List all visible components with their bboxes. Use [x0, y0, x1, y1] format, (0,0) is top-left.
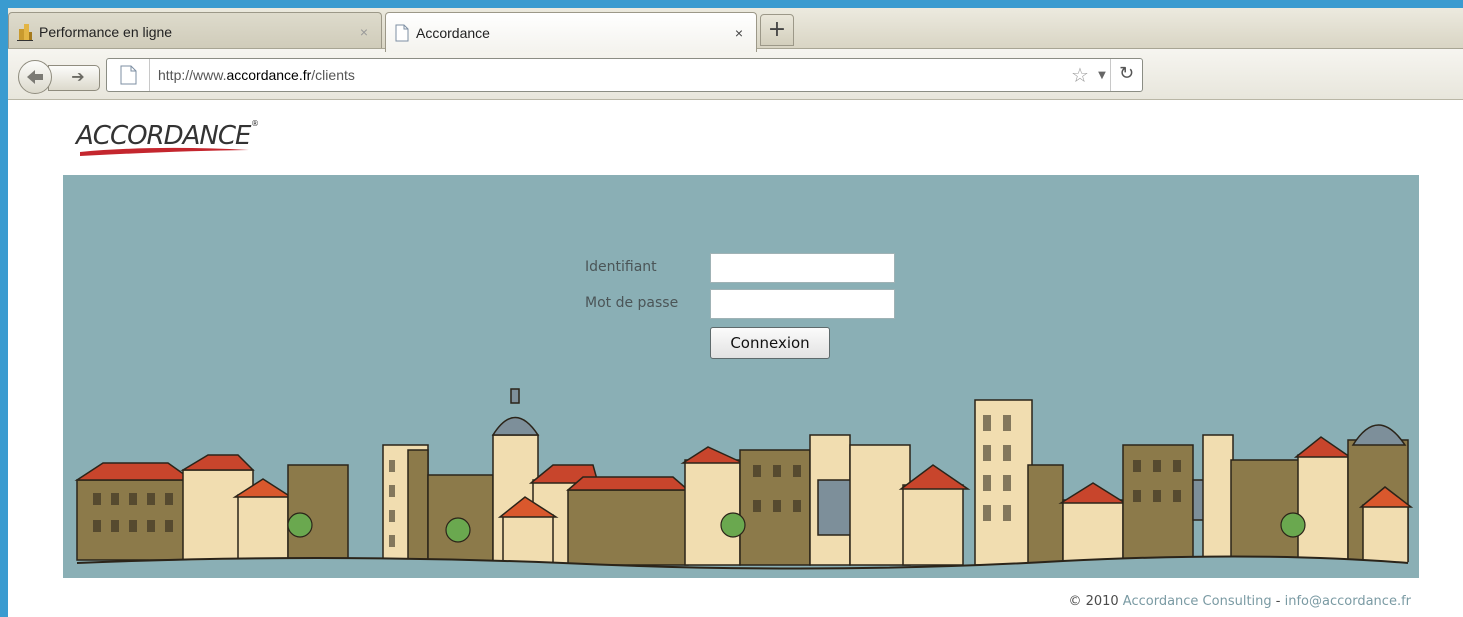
password-input[interactable]: [710, 289, 895, 319]
chevron-down-icon[interactable]: ▼: [1094, 70, 1110, 81]
forward-arrow-icon: ➔: [71, 67, 85, 86]
accordance-logo: ACCORDANCE ®: [74, 119, 259, 156]
page-content: ACCORDANCE ® Identifiant Mot de passe Co…: [8, 100, 1463, 617]
footer-email-link[interactable]: info@accordance.fr: [1285, 594, 1411, 609]
url-path: /clients: [311, 67, 355, 83]
tab-accordance[interactable]: Accordance ×: [385, 12, 757, 52]
forward-button[interactable]: ➔: [48, 65, 100, 91]
password-label: Mot de passe: [585, 295, 679, 311]
tab-label: Performance en ligne: [39, 23, 173, 40]
tab-performance-en-ligne[interactable]: Performance en ligne ×: [8, 12, 382, 50]
logo-mark: ®: [251, 119, 259, 128]
url-prefix: http://www.: [158, 67, 227, 83]
username-row: Identifiant: [585, 251, 905, 283]
footer: © 2010 Accordance Consulting - info@acco…: [1068, 594, 1411, 609]
back-forward-group: ➔: [18, 60, 100, 94]
footer-company-link[interactable]: Accordance Consulting: [1123, 594, 1272, 609]
url-separator: [149, 59, 150, 91]
navigation-bar: ➔ http://www.accordance.fr/clients ☆ ▼ ↻: [8, 48, 1463, 100]
logo-text: ACCORDANCE: [74, 121, 252, 151]
footer-separator: -: [1271, 594, 1285, 609]
login-banner: Identifiant Mot de passe Connexion: [63, 175, 1419, 578]
page-icon: [120, 65, 137, 85]
new-tab-button[interactable]: +: [760, 14, 794, 46]
logo: ACCORDANCE ®: [74, 112, 264, 162]
back-button[interactable]: [18, 60, 52, 94]
page-icon: [395, 24, 409, 41]
building-icon: [17, 23, 33, 41]
tab-bar: Performance en ligne × Accordance × +: [8, 8, 1463, 52]
star-icon[interactable]: ☆: [1066, 63, 1094, 87]
reload-icon[interactable]: ↻: [1110, 59, 1142, 91]
close-tab-icon[interactable]: ×: [357, 24, 371, 40]
tab-label: Accordance: [416, 24, 490, 41]
city-skyline-illustration: [63, 388, 1419, 578]
url-bar[interactable]: http://www.accordance.fr/clients ☆ ▼ ↻: [106, 58, 1143, 92]
close-tab-icon[interactable]: ×: [732, 25, 746, 41]
username-label: Identifiant: [585, 259, 657, 275]
username-input[interactable]: [710, 253, 895, 283]
url-text[interactable]: http://www.accordance.fr/clients: [158, 67, 1066, 83]
connexion-button[interactable]: Connexion: [710, 327, 830, 359]
footer-copyright: © 2010: [1068, 594, 1119, 609]
password-row: Mot de passe: [585, 287, 905, 319]
url-domain: accordance.fr: [226, 67, 312, 83]
back-arrow-icon: [27, 70, 43, 84]
